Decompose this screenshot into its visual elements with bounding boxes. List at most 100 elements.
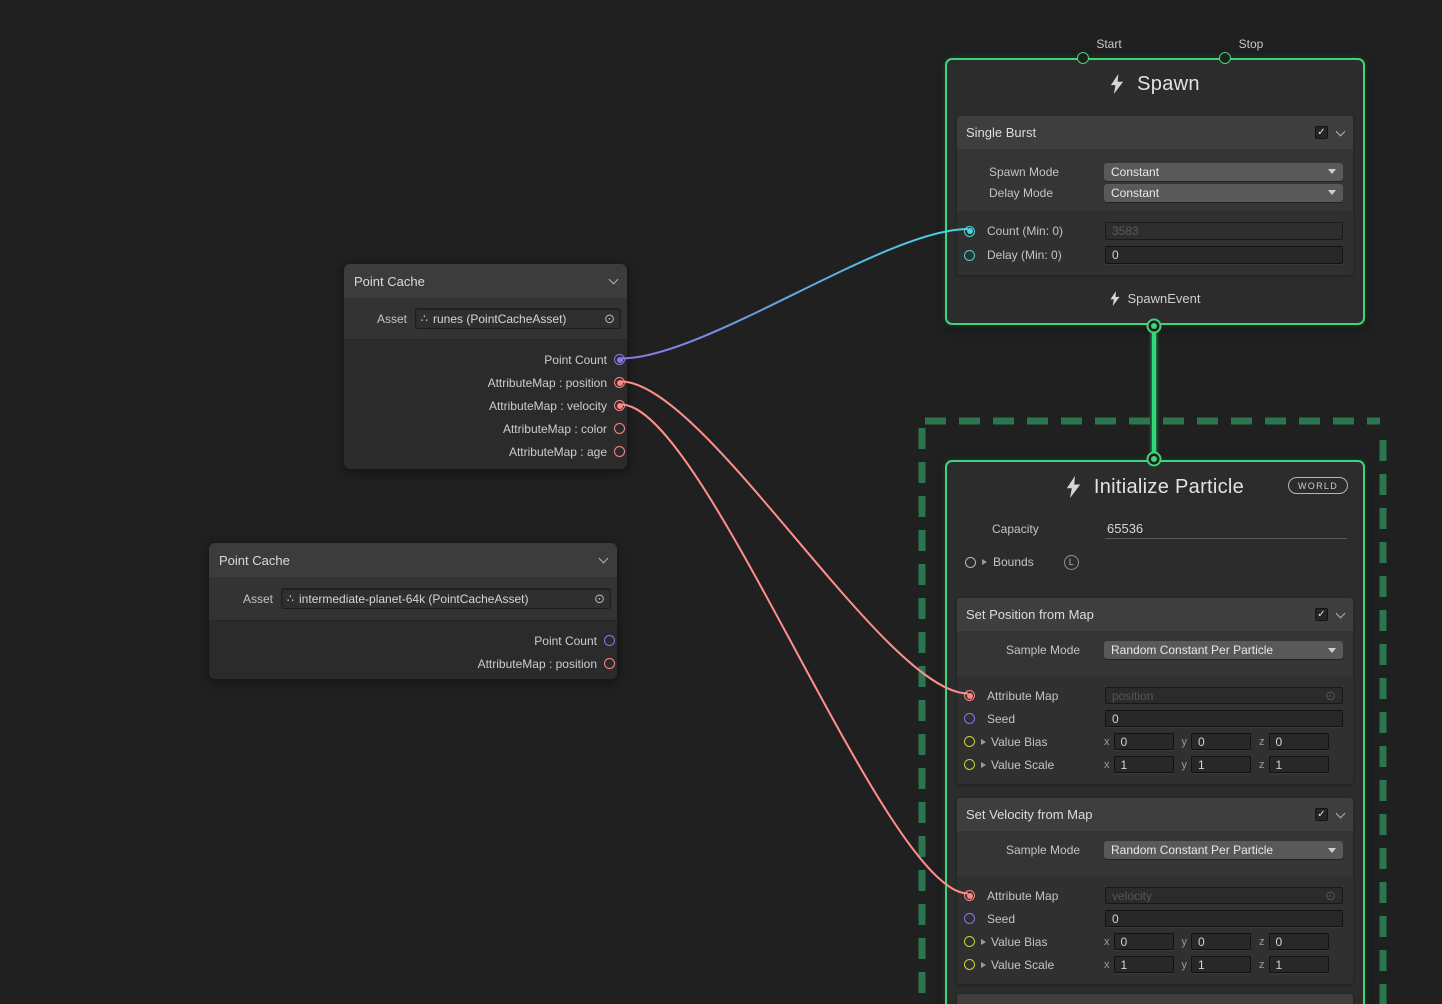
asset-object-field[interactable]: ∴ intermediate-planet-64k (PointCacheAss… (281, 588, 611, 609)
edge-attributemap-velocity[interactable] (621, 405, 968, 894)
axis-z-label: z (1259, 736, 1265, 748)
delay-value: 0 (1112, 248, 1119, 262)
point-cache-1-header[interactable]: Point Cache (344, 264, 627, 298)
chevron-down-icon[interactable] (1336, 608, 1346, 618)
attributemap-position-output-port[interactable] (604, 658, 615, 669)
value-scale-input-port[interactable] (964, 959, 975, 970)
attribute-map-value: velocity (1112, 889, 1152, 903)
dropdown-arrow-icon (1328, 848, 1336, 853)
seed-input-port[interactable] (964, 913, 975, 924)
point-cache-2-title: Point Cache (219, 553, 290, 568)
expand-triangle-icon[interactable] (982, 559, 987, 565)
spawn-title-row[interactable]: Spawn (947, 60, 1363, 108)
value-bias-y-field[interactable]: 0 (1191, 933, 1251, 950)
delay-field[interactable]: 0 (1105, 246, 1343, 264)
object-picker-icon[interactable]: ⊙ (1325, 689, 1336, 702)
bounds-lock-icon[interactable]: L (1064, 555, 1079, 570)
chevron-down-icon[interactable] (1336, 808, 1346, 818)
chevron-down-icon[interactable] (599, 554, 609, 564)
point-count-output-port[interactable] (614, 354, 625, 365)
set-position-from-map-title: Set Position from Map (966, 607, 1094, 622)
expand-triangle-icon[interactable] (981, 939, 986, 945)
value-bias-y-field[interactable]: 0 (1191, 733, 1251, 750)
capacity-label: Capacity (992, 522, 1105, 536)
value-scale-z: 1 (1276, 758, 1283, 772)
spawn-mode-dropdown[interactable]: Constant (1104, 163, 1343, 181)
attributemap-velocity-output-port[interactable] (614, 400, 625, 411)
edge-attributemap-position[interactable] (621, 382, 968, 694)
attribute-map-input-port[interactable] (964, 690, 975, 701)
attributemap-age-output-port[interactable] (614, 446, 625, 457)
edge-point-count-to-spawn-count[interactable] (621, 229, 968, 359)
chevron-down-icon[interactable] (1336, 126, 1346, 136)
value-scale-input-port[interactable] (964, 759, 975, 770)
expand-triangle-icon[interactable] (981, 962, 986, 968)
lightning-icon (1066, 476, 1081, 498)
axis-y-label: y (1182, 936, 1188, 948)
value-bias-x: 0 (1121, 935, 1128, 949)
point-cache-2-header[interactable]: Point Cache (209, 543, 617, 577)
point-count-output-port[interactable] (604, 635, 615, 646)
value-bias-input-port[interactable] (964, 736, 975, 747)
value-bias-input-port[interactable] (964, 936, 975, 947)
position-sphere-block-header[interactable]: Position (Sphere) ✓ (957, 994, 1353, 1004)
point-cache-node-2[interactable]: Point Cache Asset ∴ intermediate-planet-… (208, 542, 618, 680)
value-scale-y-field[interactable]: 1 (1191, 756, 1251, 773)
object-picker-icon[interactable]: ⊙ (594, 592, 605, 605)
set-position-enabled-checkbox[interactable]: ✓ (1315, 608, 1328, 621)
axis-y-label: y (1182, 736, 1188, 748)
delay-input-port[interactable] (964, 250, 975, 261)
spawn-node[interactable]: Start Stop Spawn Single Burst ✓ Spawn Mo… (945, 58, 1365, 325)
value-scale-x-field[interactable]: 1 (1114, 756, 1174, 773)
capacity-field[interactable]: 65536 (1105, 519, 1347, 539)
axis-x-label: x (1104, 959, 1110, 971)
value-scale-y-field[interactable]: 1 (1191, 956, 1251, 973)
seed-value: 0 (1112, 712, 1119, 726)
seed-input-port[interactable] (964, 713, 975, 724)
single-burst-enabled-checkbox[interactable]: ✓ (1315, 126, 1328, 139)
point-count-output-label: Point Count (544, 353, 607, 367)
sample-mode-dropdown[interactable]: Random Constant Per Particle (1104, 641, 1343, 659)
point-cache-node-1[interactable]: Point Cache Asset ∴ runes (PointCacheAss… (343, 263, 628, 470)
value-bias-x-field[interactable]: 0 (1114, 933, 1174, 950)
spawn-title: Spawn (1137, 73, 1200, 96)
expand-triangle-icon[interactable] (981, 739, 986, 745)
object-picker-icon[interactable]: ⊙ (604, 312, 615, 325)
initialize-title-row[interactable]: Initialize Particle WORLD (947, 462, 1363, 512)
space-world-badge[interactable]: WORLD (1288, 477, 1348, 494)
value-scale-label: Value Scale (991, 758, 1104, 772)
value-scale-z-field[interactable]: 1 (1269, 756, 1329, 773)
set-velocity-enabled-checkbox[interactable]: ✓ (1315, 808, 1328, 821)
attribute-map-field[interactable]: position ⊙ (1105, 687, 1343, 704)
seed-field[interactable]: 0 (1105, 710, 1343, 727)
output-row: Point Count (209, 629, 617, 652)
initialize-particle-node[interactable]: Initialize Particle WORLD Capacity 65536… (945, 460, 1365, 1004)
attributemap-color-output-port[interactable] (614, 423, 625, 434)
attribute-map-input-port[interactable] (964, 890, 975, 901)
attributemap-color-output-label: AttributeMap : color (503, 422, 607, 436)
sample-mode-dropdown[interactable]: Random Constant Per Particle (1104, 841, 1343, 859)
set-velocity-from-map-header[interactable]: Set Velocity from Map ✓ (957, 798, 1353, 831)
attribute-map-field[interactable]: velocity ⊙ (1105, 887, 1343, 904)
value-bias-x-field[interactable]: 0 (1114, 733, 1174, 750)
single-burst-block-header[interactable]: Single Burst ✓ (957, 116, 1353, 149)
dropdown-arrow-icon (1328, 169, 1336, 174)
object-picker-icon[interactable]: ⊙ (1325, 889, 1336, 902)
expand-triangle-icon[interactable] (981, 762, 986, 768)
value-bias-z-field[interactable]: 0 (1269, 933, 1329, 950)
value-scale-z-field[interactable]: 1 (1269, 956, 1329, 973)
count-field[interactable]: 3583 (1105, 222, 1343, 240)
count-input-port[interactable] (964, 226, 975, 237)
asset-object-field[interactable]: ∴ runes (PointCacheAsset) ⊙ (415, 308, 621, 329)
count-label: Count (Min: 0) (987, 224, 1105, 238)
set-position-from-map-header[interactable]: Set Position from Map ✓ (957, 598, 1353, 631)
value-bias-z-field[interactable]: 0 (1269, 733, 1329, 750)
delay-mode-dropdown[interactable]: Constant (1104, 184, 1343, 202)
chevron-down-icon[interactable] (609, 275, 619, 285)
seed-field[interactable]: 0 (1105, 910, 1343, 927)
value-scale-x-field[interactable]: 1 (1114, 956, 1174, 973)
attributemap-position-output-port[interactable] (614, 377, 625, 388)
value-scale-x: 1 (1121, 958, 1128, 972)
bounds-input-port[interactable] (965, 557, 976, 568)
graph-canvas[interactable]: Point Cache Asset ∴ runes (PointCacheAss… (0, 0, 1442, 1004)
